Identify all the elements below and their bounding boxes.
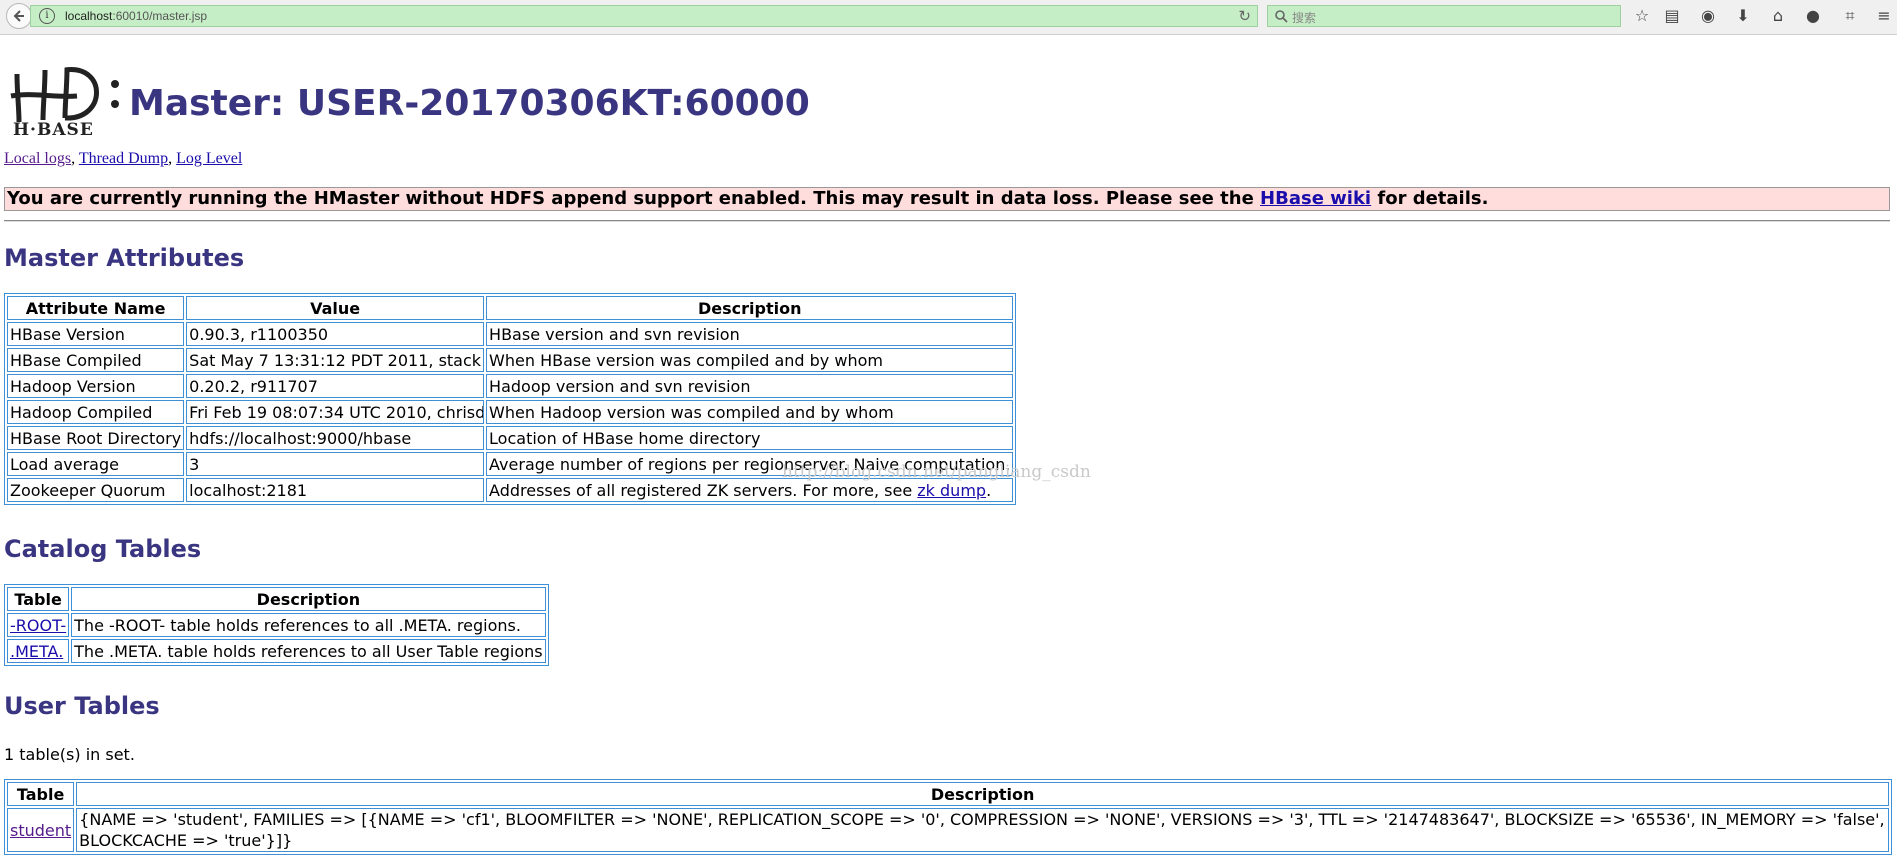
- table-description: {NAME => 'student', FAMILIES => [{NAME =…: [76, 808, 1889, 852]
- column-header: Description: [486, 296, 1014, 320]
- search-input[interactable]: 搜索: [1267, 5, 1621, 27]
- attribute-value: 0.90.3, r1100350: [186, 322, 485, 346]
- attribute-name: HBase Compiled: [7, 348, 185, 372]
- local-logs-link[interactable]: Local logs: [4, 150, 71, 167]
- reading-list-icon[interactable]: ▤: [1662, 6, 1682, 26]
- hbase-logo-icon: H·BASE: [10, 67, 119, 138]
- warning-suffix: for details.: [1371, 188, 1489, 209]
- root-table-link[interactable]: -ROOT-: [10, 616, 66, 635]
- attribute-description: When HBase version was compiled and by w…: [486, 348, 1014, 372]
- bookmark-star-icon[interactable]: ☆: [1632, 6, 1652, 26]
- zk-suffix: .: [986, 480, 992, 500]
- pocket-icon[interactable]: ◉: [1698, 6, 1718, 26]
- thread-dump-link[interactable]: Thread Dump: [79, 150, 168, 167]
- attribute-value: Sat May 7 13:31:12 PDT 2011, stack: [186, 348, 485, 372]
- table-row: Hadoop Version 0.20.2, r911707 Hadoop ve…: [7, 374, 1014, 398]
- nav-links: Local logs, Thread Dump, Log Level: [4, 150, 243, 167]
- attribute-name: Hadoop Compiled: [7, 400, 185, 424]
- column-header: Table: [7, 587, 70, 611]
- attribute-description: HBase version and svn revision: [486, 322, 1014, 346]
- home-icon[interactable]: ⌂: [1768, 6, 1788, 26]
- student-table-link[interactable]: student: [10, 821, 71, 840]
- column-header: Table: [7, 782, 75, 806]
- attribute-name: HBase Root Directory: [7, 426, 185, 450]
- table-header-row: Table Description: [7, 782, 1889, 806]
- table-description: The -ROOT- table holds references to all…: [71, 613, 546, 637]
- column-header: Attribute Name: [7, 296, 185, 320]
- description-line-1: {NAME => 'student', FAMILIES => [{NAME =…: [79, 810, 1885, 829]
- column-header: Description: [71, 587, 546, 611]
- table-header-row: Attribute Name Value Description: [7, 296, 1014, 320]
- chat-icon[interactable]: ●: [1803, 6, 1823, 26]
- attribute-description: Hadoop version and svn revision: [486, 374, 1014, 398]
- hbase-wiki-link[interactable]: HBase wiki: [1260, 188, 1371, 209]
- table-row: HBase Compiled Sat May 7 13:31:12 PDT 20…: [7, 348, 1014, 372]
- attribute-value: 3: [186, 452, 485, 476]
- watermark: http://blog.csdn.net/pangliang_csdn: [782, 462, 1091, 482]
- attribute-name: Hadoop Version: [7, 374, 185, 398]
- attribute-value: hdfs://localhost:9000/hbase: [186, 426, 485, 450]
- column-header: Description: [76, 782, 1889, 806]
- table-row: Hadoop Compiled Fri Feb 19 08:07:34 UTC …: [7, 400, 1014, 424]
- back-arrow-icon: [13, 10, 24, 22]
- catalog-tables-heading: Catalog Tables: [4, 535, 202, 563]
- attribute-value: Fri Feb 19 08:07:34 UTC 2010, chrisdo: [186, 400, 485, 424]
- table-description: The .META. table holds references to all…: [71, 639, 546, 663]
- catalog-tables-table: Table Description -ROOT- The -ROOT- tabl…: [4, 584, 549, 666]
- description-line-2: BLOCKCACHE => 'true'}]}: [79, 831, 293, 850]
- attribute-description: When Hadoop version was compiled and by …: [486, 400, 1014, 424]
- log-level-link[interactable]: Log Level: [176, 150, 242, 167]
- table-header-row: Table Description: [7, 587, 546, 611]
- url-text: localhost:60010/master.jsp: [65, 9, 208, 23]
- browser-toolbar: i localhost:60010/master.jsp ↻ 搜索 ☆ ▤ ◉ …: [0, 0, 1897, 35]
- crop-icon[interactable]: ⌗: [1840, 6, 1860, 26]
- address-bar[interactable]: i localhost:60010/master.jsp ↻: [30, 5, 1258, 27]
- user-tables-table: Table Description student {NAME => 'stud…: [4, 779, 1892, 855]
- attribute-name: Zookeeper Quorum: [7, 478, 185, 502]
- search-placeholder: 搜索: [1292, 11, 1317, 25]
- zk-dump-link[interactable]: zk dump: [917, 481, 986, 500]
- svg-text:H·BASE: H·BASE: [13, 120, 94, 138]
- table-count: 1 table(s) in set.: [4, 745, 135, 764]
- attribute-value: 0.20.2, r911707: [186, 374, 485, 398]
- table-row: HBase Version 0.90.3, r1100350 HBase ver…: [7, 322, 1014, 346]
- master-attributes-heading: Master Attributes: [4, 244, 245, 272]
- attribute-description: Location of HBase home directory: [486, 426, 1014, 450]
- search-icon: [1275, 10, 1288, 23]
- warning-text: You are currently running the HMaster wi…: [7, 188, 1261, 209]
- column-header: Value: [186, 296, 485, 320]
- attribute-name: HBase Version: [7, 322, 185, 346]
- hdfs-warning-banner: You are currently running the HMaster wi…: [4, 187, 1890, 211]
- back-button[interactable]: [6, 3, 32, 29]
- info-icon[interactable]: i: [39, 8, 55, 24]
- table-row: HBase Root Directory hdfs://localhost:90…: [7, 426, 1014, 450]
- meta-table-link[interactable]: .META.: [10, 642, 63, 661]
- menu-icon[interactable]: ≡: [1874, 6, 1894, 26]
- zk-description-text: Addresses of all registered ZK servers. …: [489, 480, 918, 500]
- reload-icon[interactable]: ↻: [1238, 7, 1251, 25]
- table-row: -ROOT- The -ROOT- table holds references…: [7, 613, 546, 637]
- download-icon[interactable]: ⬇: [1733, 6, 1753, 26]
- divider: [4, 220, 1890, 222]
- attribute-value: localhost:2181: [186, 478, 485, 502]
- page-title: Master: USER-20170306KT:60000: [129, 83, 810, 124]
- table-row: .META. The .META. table holds references…: [7, 639, 546, 663]
- table-row: student {NAME => 'student', FAMILIES => …: [7, 808, 1889, 852]
- attribute-name: Load average: [7, 452, 185, 476]
- user-tables-heading: User Tables: [4, 692, 160, 720]
